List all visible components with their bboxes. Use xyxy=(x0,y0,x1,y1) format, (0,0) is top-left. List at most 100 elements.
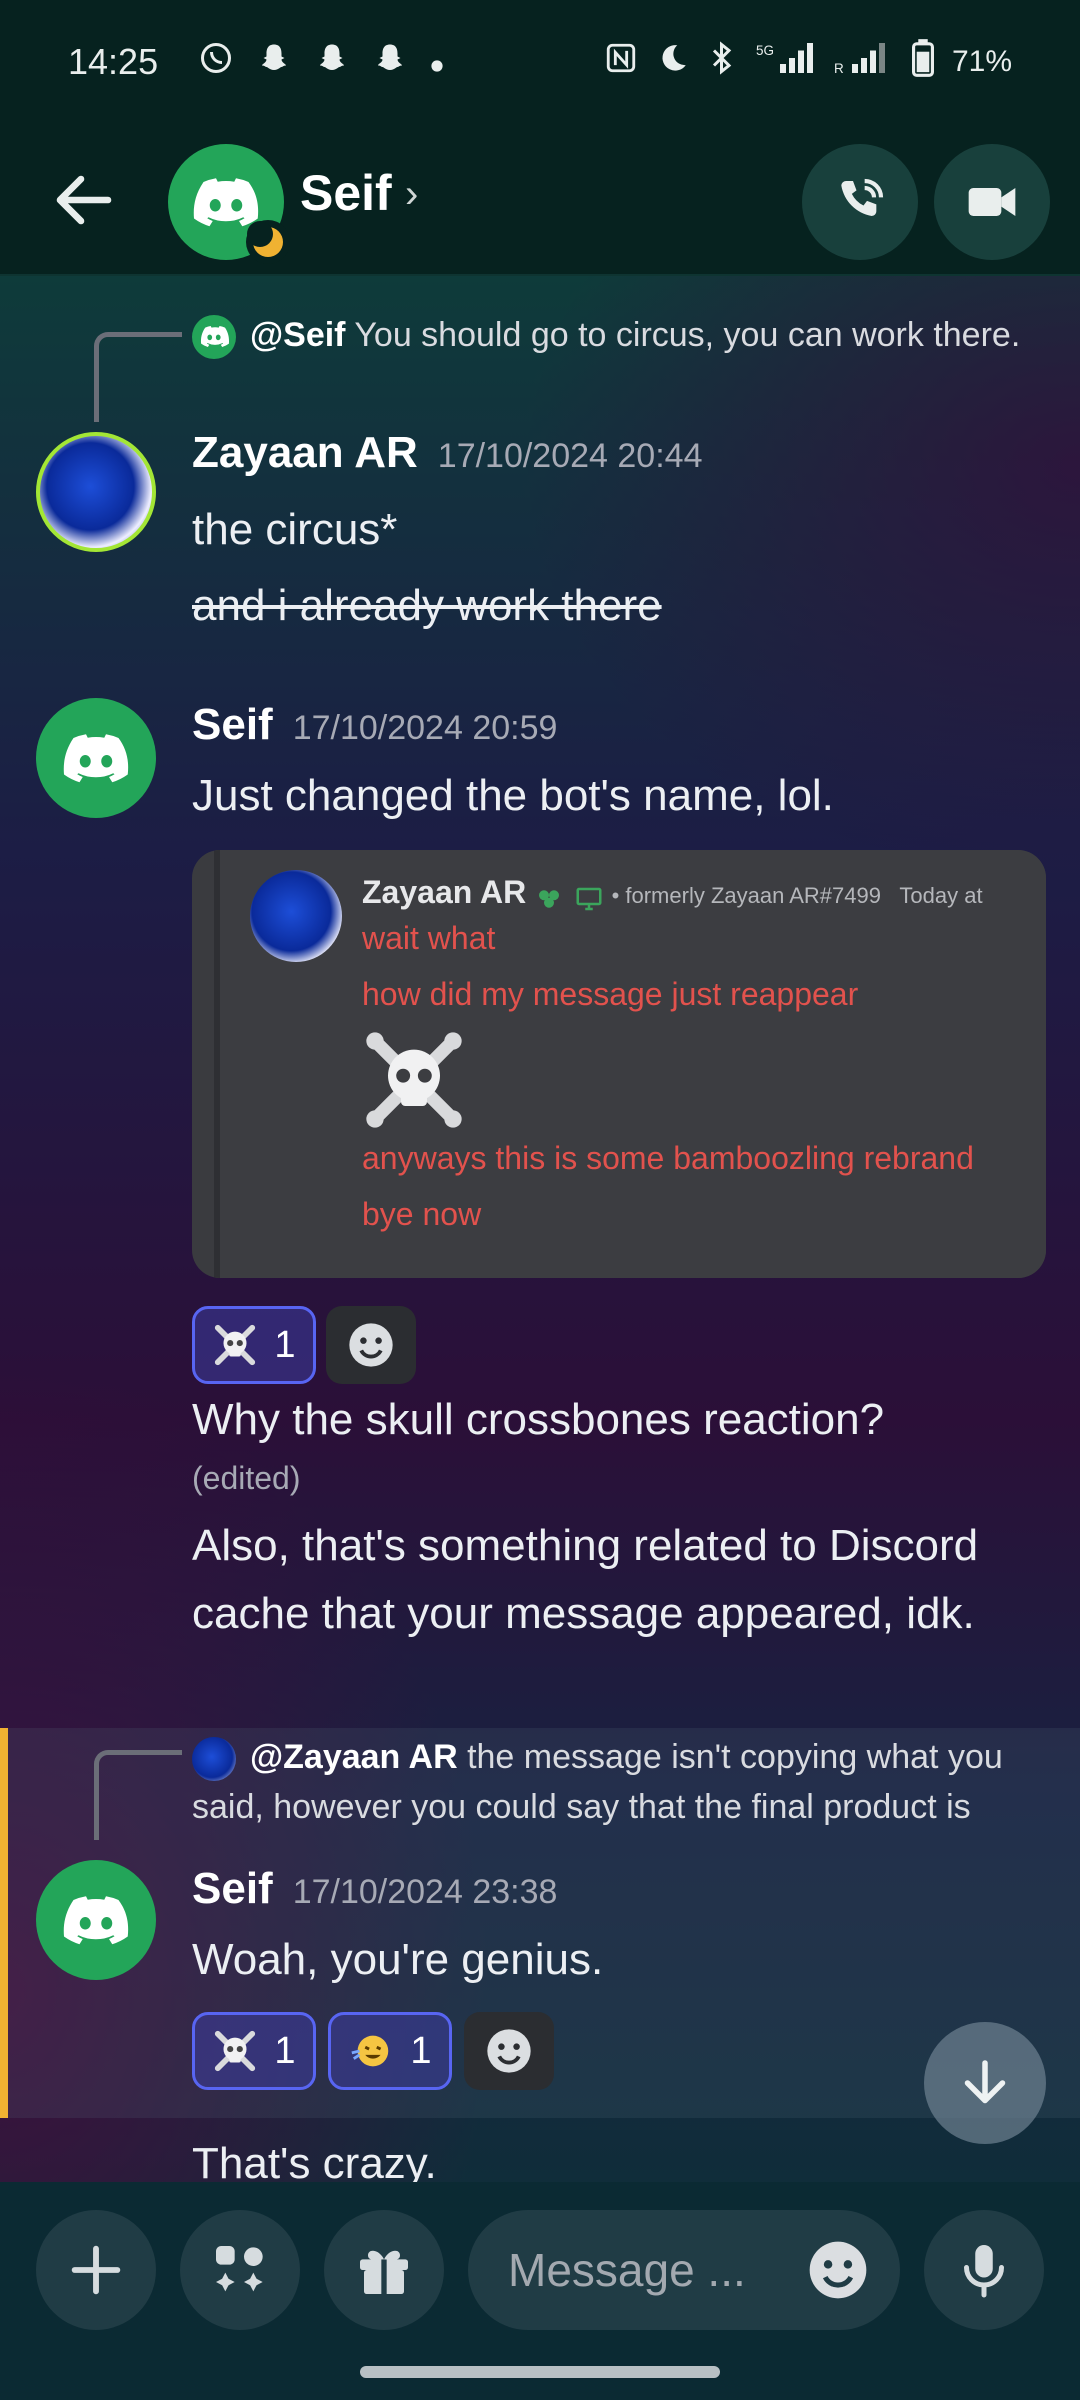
reaction-skull[interactable]: 1 xyxy=(192,2012,316,2090)
reply-mention[interactable]: @Zayaan AR xyxy=(250,1738,458,1776)
message-header: Seif 17/10/2024 20:59 xyxy=(192,700,557,750)
embed-meta: • formerly Zayaan AR#7499 xyxy=(611,883,881,908)
skull-crossbones-icon xyxy=(362,1028,466,1137)
apps-sparkle-icon xyxy=(216,2246,263,2292)
header-username[interactable]: Seif xyxy=(300,164,392,222)
snapchat-icon xyxy=(256,40,292,84)
smiley-icon xyxy=(487,2029,531,2073)
status-system-icons: 5G R 71% xyxy=(604,39,1012,85)
microphone-icon xyxy=(964,2245,1004,2298)
voice-message-button[interactable] xyxy=(924,2210,1044,2330)
apps-button[interactable] xyxy=(180,2210,300,2330)
message-text: Woah, you're genius. xyxy=(192,1935,604,1984)
arrow-down-icon xyxy=(964,2060,1006,2104)
embed-time: Today at xyxy=(899,883,983,908)
nfc-icon xyxy=(604,41,638,83)
reply-avatar xyxy=(192,1737,236,1782)
embed-line: anyways this is some bamboozling rebrand xyxy=(362,1140,974,1176)
chevron-right-icon[interactable]: › xyxy=(405,172,418,217)
author-name[interactable]: Zayaan AR xyxy=(192,428,418,477)
signal-5g-icon: 5G xyxy=(756,40,816,84)
attach-button[interactable] xyxy=(36,2210,156,2330)
timestamp: 17/10/2024 20:44 xyxy=(437,437,703,475)
signal-icon: R xyxy=(834,40,894,84)
message-input-container[interactable] xyxy=(468,2210,900,2330)
gift-button[interactable] xyxy=(324,2210,444,2330)
smiley-icon xyxy=(349,1323,393,1367)
add-reaction-button[interactable] xyxy=(464,2012,554,2090)
snapchat-icon xyxy=(314,40,350,84)
reply-connector xyxy=(94,332,182,422)
embed-author: Zayaan AR xyxy=(362,874,527,910)
embed-line: how did my message just reappear xyxy=(362,976,859,1012)
avatar-seif[interactable] xyxy=(36,1860,156,1980)
emoji-picker-icon[interactable] xyxy=(804,2236,872,2304)
embed-header: Zayaan AR • formerly Zayaan AR#7499 Toda… xyxy=(362,874,983,914)
discord-logo-icon xyxy=(63,734,129,783)
home-indicator[interactable] xyxy=(360,2366,720,2378)
voice-call-button[interactable] xyxy=(802,144,918,260)
reaction-count: 1 xyxy=(274,1323,296,1366)
add-reaction-button[interactable] xyxy=(326,1306,416,1384)
svg-text:R: R xyxy=(834,61,844,76)
chat-header: Seif › xyxy=(0,124,1080,276)
battery-icon xyxy=(911,39,934,85)
discord-logo-icon xyxy=(63,1896,129,1945)
message-input[interactable] xyxy=(508,2243,798,2297)
arrow-left-icon xyxy=(56,175,112,225)
gift-icon xyxy=(360,2250,408,2294)
desktop-icon xyxy=(576,887,602,911)
timestamp: 17/10/2024 23:38 xyxy=(292,1873,558,1911)
message-text: Just changed the bot's name, lol. xyxy=(192,771,834,820)
message-text-strikethrough: and i already work there xyxy=(192,581,662,630)
screen: 14:25 5G R 71% Seif › @Seif You should g… xyxy=(0,0,1080,2400)
message-text: the circus* xyxy=(192,505,398,554)
video-call-button[interactable] xyxy=(934,144,1050,260)
embed-avatar xyxy=(250,870,342,962)
laughing-emoji-icon xyxy=(351,2035,389,2067)
avatar-zayaan[interactable] xyxy=(36,432,156,552)
skull-crossbones-icon xyxy=(215,1324,256,1366)
plus-icon xyxy=(71,2245,121,2295)
discord-logo-icon xyxy=(193,178,259,227)
edited-label: (edited) xyxy=(192,1460,301,1496)
snapchat-icon xyxy=(372,40,408,84)
reaction-count: 1 xyxy=(410,2029,432,2072)
header-avatar[interactable] xyxy=(168,144,290,264)
reply-mention[interactable]: @Seif xyxy=(250,316,346,354)
image-attachment[interactable]: Zayaan AR • formerly Zayaan AR#7499 Toda… xyxy=(192,850,1046,1278)
dot-icon xyxy=(430,44,444,81)
reply-preview[interactable]: @Seif You should go to circus, you can w… xyxy=(192,310,1032,360)
reaction-emoji[interactable]: 1 xyxy=(328,2012,452,2090)
jump-to-present-button[interactable] xyxy=(924,2022,1046,2144)
bluetooth-icon xyxy=(708,40,738,84)
author-name[interactable]: Seif xyxy=(192,700,273,749)
reply-connector xyxy=(94,1750,182,1840)
idle-status-badge xyxy=(246,220,290,264)
screenshot-content: Zayaan AR • formerly Zayaan AR#7499 Toda… xyxy=(214,850,1046,1278)
battery-percent: 71% xyxy=(951,45,1012,78)
embed-line: bye now xyxy=(362,1196,482,1232)
chat-messages[interactable]: @Seif You should go to circus, you can w… xyxy=(0,276,1080,2182)
author-name[interactable]: Seif xyxy=(192,1864,273,1913)
reaction-count: 1 xyxy=(274,2029,296,2072)
message-text: That's crazy. xyxy=(192,2139,437,2182)
status-notification-icons xyxy=(198,40,444,84)
embed-line: wait what xyxy=(362,920,496,956)
message-text: Why the skull crossbones reaction? xyxy=(192,1395,885,1444)
reaction-skull[interactable]: 1 xyxy=(192,1306,316,1384)
back-button[interactable] xyxy=(48,164,120,236)
reply-preview[interactable]: @Zayaan AR the message isn't copying wha… xyxy=(192,1732,1032,1832)
phone-icon xyxy=(841,178,884,216)
avatar-seif[interactable] xyxy=(36,698,156,818)
reply-message-text: You should go to circus, you can work th… xyxy=(354,316,1021,354)
whatsapp-icon xyxy=(198,40,234,84)
message-text: Also, that's something related to Discor… xyxy=(192,1521,979,1638)
clover-badge-icon xyxy=(538,890,559,908)
reply-avatar xyxy=(192,315,236,360)
status-time: 14:25 xyxy=(68,41,159,82)
svg-text:5G: 5G xyxy=(756,43,774,58)
message-header: Zayaan AR 17/10/2024 20:44 xyxy=(192,428,702,478)
message-input-bar xyxy=(0,2182,1080,2400)
video-camera-icon xyxy=(968,188,1016,216)
